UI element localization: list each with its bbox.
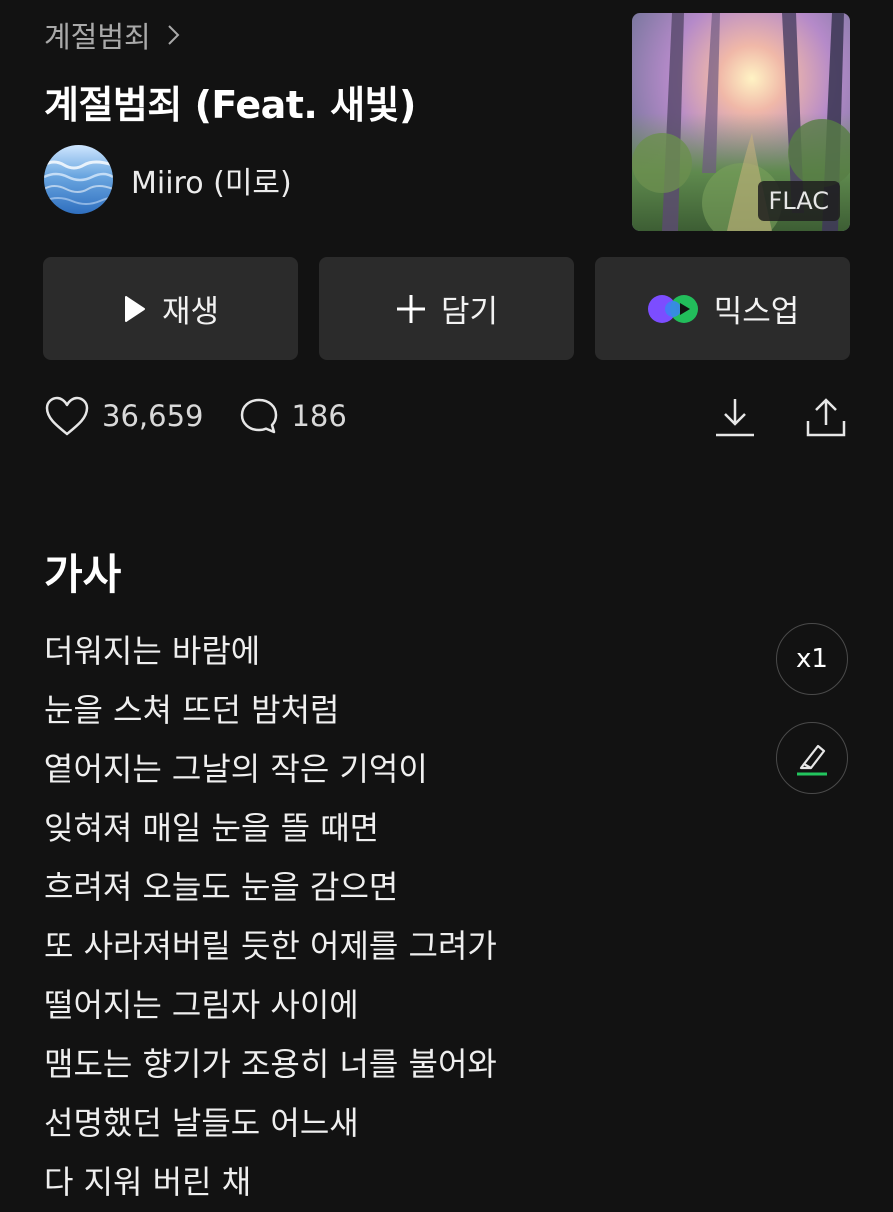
lyrics-heading: 가사 (44, 550, 122, 599)
comment-button[interactable]: 186 (239, 396, 347, 436)
artist-name: Miiro (미로) (131, 165, 292, 201)
play-label: 재생 (161, 294, 220, 330)
album-link[interactable]: 계절범죄 (44, 14, 185, 56)
lyric-line: 옅어지는 그날의 작은 기억이 (44, 750, 428, 788)
play-button[interactable]: 재생 (43, 257, 298, 360)
lyric-line: 또 사라져버릴 듯한 어제를 그려가 (44, 927, 497, 965)
mixup-label: 믹스업 (713, 294, 800, 330)
mixup-button[interactable]: 믹스업 (595, 257, 850, 360)
quality-badge: FLAC (757, 181, 840, 221)
lyric-line: 눈을 스쳐 뜨던 밤처럼 (44, 691, 340, 729)
lyric-line: 맴도는 향기가 조용히 너를 불어와 (44, 1045, 497, 1083)
chevron-right-icon (168, 25, 180, 45)
highlight-button[interactable] (776, 722, 848, 794)
speed-label: x1 (796, 644, 828, 674)
lyric-line: 흐려져 오늘도 눈을 감으면 (44, 868, 399, 906)
song-title: 계절범죄 (Feat. 새빛) (44, 83, 416, 127)
download-button[interactable] (712, 395, 758, 441)
stats-row: 36,659 186 (44, 395, 347, 437)
like-count: 36,659 (102, 399, 204, 433)
speed-button[interactable]: x1 (776, 623, 848, 695)
heart-icon (45, 396, 89, 436)
download-icon (716, 399, 754, 437)
comment-icon (241, 398, 278, 434)
album-cover[interactable]: FLAC (632, 13, 850, 231)
lyrics-body[interactable]: 더워지는 바람에 눈을 스쳐 뜨던 밤처럼 옅어지는 그날의 작은 기억이 잊혀… (44, 622, 497, 1212)
lyric-line: 선명했던 날들도 어느새 (44, 1104, 359, 1142)
add-label: 담기 (440, 294, 499, 330)
lyric-line: 다 지워 버린 채 (44, 1163, 252, 1201)
lyric-line: 떨어지는 그림자 사이에 (44, 986, 359, 1024)
like-button[interactable]: 36,659 (44, 395, 203, 437)
play-icon (124, 295, 145, 322)
share-icon (806, 398, 846, 437)
lyric-line: 잊혀져 매일 눈을 뜰 때면 (44, 809, 380, 847)
plus-icon (396, 294, 425, 323)
add-button[interactable]: 담기 (319, 257, 574, 360)
highlighter-icon (797, 744, 827, 776)
lyric-line: 더워지는 바람에 (44, 632, 261, 670)
share-button[interactable] (803, 395, 849, 441)
artist-avatar[interactable] (44, 145, 113, 214)
mixup-icon (647, 294, 698, 323)
comment-count: 186 (291, 399, 347, 433)
artist-link[interactable]: Miiro (미로) (44, 145, 292, 214)
album-name: 계절범죄 (44, 20, 151, 54)
